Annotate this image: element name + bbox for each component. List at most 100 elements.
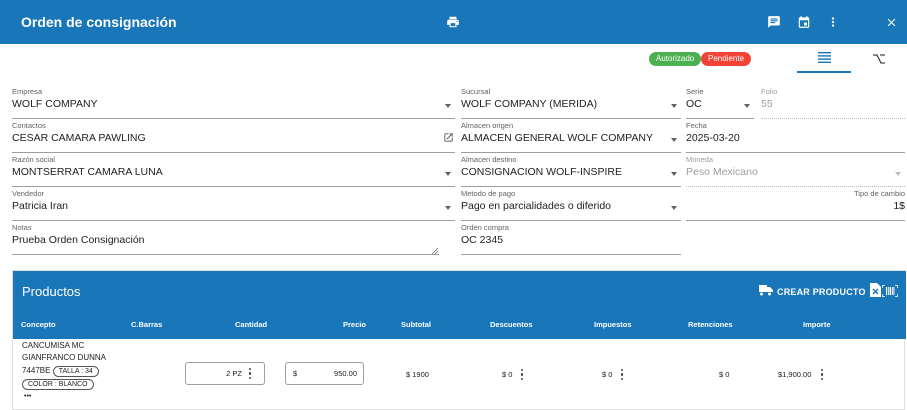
folio-field: Folio 55 (761, 87, 905, 119)
discounts-menu-icon[interactable] (521, 369, 524, 380)
orden-compra-label: Orden compra (461, 223, 509, 232)
empresa-label: Empresa (12, 87, 43, 96)
more-vert-icon[interactable] (823, 12, 843, 32)
price-value: 950.00 (334, 369, 357, 378)
dropdown-arrow-icon (895, 172, 901, 176)
notas-textarea[interactable]: Notas Prueba Orden Consignación (12, 223, 439, 255)
notas-value: Prueba Orden Consignación (12, 233, 439, 255)
taxes-menu-icon[interactable] (621, 369, 624, 380)
fecha-value: 2025-03-20 (686, 131, 905, 153)
tipo-cambio-field[interactable]: Tipo de cambio 1$ (686, 189, 905, 221)
orden-compra-value: OC 2345 (461, 233, 681, 255)
dropdown-arrow-icon (671, 138, 677, 142)
create-product-button[interactable]: CREAR PRODUCTO (759, 285, 866, 298)
printer-icon[interactable] (443, 12, 463, 32)
retentions-value: $ 0 (719, 370, 730, 379)
quantity-value: 2 PZ (226, 369, 242, 378)
close-icon[interactable] (881, 12, 901, 32)
dropdown-arrow-icon (671, 104, 677, 108)
products-title: Productos (22, 284, 81, 299)
empresa-select[interactable]: Empresa WOLF COMPANY (12, 87, 455, 119)
razon-social-value: MONTSERRAT CAMARA LUNA (12, 165, 455, 187)
serie-select[interactable]: Serie OC (686, 87, 754, 119)
metodo-pago-select[interactable]: Metodo de pago Pago en parcialidades o d… (461, 189, 681, 221)
taxes-value: $ 0 (602, 370, 613, 379)
fecha-label: Fecha (686, 121, 707, 130)
subtotal-value: $ 1900 (406, 370, 429, 379)
price-input[interactable]: $ 950.00 (285, 362, 364, 385)
option-key-icon (873, 51, 885, 69)
quantity-menu-icon[interactable] (249, 368, 252, 379)
almacen-destino-select[interactable]: Almacen destino CONSIGNACION WOLF-INSPIR… (461, 155, 681, 187)
table-row: CANCUMISA MC GIANFRANCO DUNNA 7447BE TAL… (13, 339, 906, 409)
products-header: Productos CREAR PRODUCTO Concepto C.Barr… (13, 271, 906, 339)
page-title: Orden de consignación (21, 14, 177, 30)
resize-handle-icon[interactable] (431, 241, 439, 259)
dropdown-arrow-icon (445, 104, 451, 108)
moneda-value: Peso Mexicano (686, 165, 905, 187)
create-product-label: CREAR PRODUCTO (777, 286, 866, 297)
razon-social-label: Razón social (12, 155, 55, 164)
discounts-value: $ 0 (502, 370, 513, 379)
almacen-origen-select[interactable]: Almacen origen ALMACEN GENERAL WOLF COMP… (461, 121, 681, 153)
products-panel: Productos CREAR PRODUCTO Concepto C.Barr… (12, 270, 906, 410)
dropdown-arrow-icon (671, 172, 677, 176)
color-chip: COLOR : BLANCO (22, 379, 94, 390)
razon-social-select[interactable]: Razón social MONTSERRAT CAMARA LUNA (12, 155, 455, 187)
concept-color-row: COLOR : BLANCO (22, 379, 94, 390)
column-header: Impuestos (594, 320, 632, 329)
metodo-pago-value: Pago en parcialidades o diferido (461, 199, 681, 221)
tipo-cambio-label: Tipo de cambio (854, 189, 905, 198)
almacen-destino-label: Almacen destino (461, 155, 517, 164)
product-code: 7447BE (22, 366, 51, 375)
pending-badge: Pendiente (701, 52, 752, 66)
moneda-label: Moneda (686, 155, 714, 164)
calendar-icon[interactable] (794, 12, 814, 32)
moneda-select: Moneda Peso Mexicano (686, 155, 905, 187)
list-view-icon (817, 50, 831, 68)
notas-label: Notas (12, 223, 32, 232)
orden-compra-field[interactable]: Orden compra OC 2345 (461, 223, 681, 255)
dropdown-arrow-icon (744, 104, 750, 108)
tipo-cambio-value: 1$ (686, 199, 905, 221)
comment-icon[interactable] (764, 12, 784, 32)
fecha-field[interactable]: Fecha 2025-03-20 (686, 121, 905, 153)
amount-value: $1,900.00 (778, 370, 812, 379)
contactos-label: Contactos (12, 121, 46, 130)
amount-menu-icon[interactable] (821, 369, 824, 380)
open-external-icon[interactable] (443, 130, 454, 148)
dropdown-arrow-icon (445, 172, 451, 176)
folio-label: Folio (761, 87, 778, 96)
concept-code-row: 7447BE TALLA : 34 (22, 366, 99, 377)
barcode-scan-icon[interactable] (881, 284, 899, 302)
serie-label: Serie (686, 87, 704, 96)
vendedor-label: Vendedor (12, 189, 45, 198)
concept-name-line2: GIANFRANCO DUNNA (22, 353, 107, 362)
contactos-field[interactable]: Contactos CESAR CAMARA PAWLING (12, 121, 455, 153)
quantity-stepper[interactable]: 2 PZ (185, 362, 265, 385)
column-header: Importe (803, 320, 831, 329)
column-header: Descuentos (490, 320, 533, 329)
metodo-pago-label: Metodo de pago (461, 189, 516, 198)
column-header: Retenciones (688, 320, 733, 329)
vendedor-value: Patricia Iran (12, 199, 455, 221)
sucursal-value: WOLF COMPANY (MERIDA) (461, 97, 681, 119)
vendedor-select[interactable]: Vendedor Patricia Iran (12, 189, 455, 221)
contactos-value: CESAR CAMARA PAWLING (12, 131, 455, 153)
tab-option-view[interactable] (852, 47, 906, 73)
sucursal-select[interactable]: Sucursal WOLF COMPANY (MERIDA) (461, 87, 681, 119)
authorized-badge: Autorizado (649, 52, 702, 66)
tab-list-view[interactable] (797, 47, 851, 73)
almacen-origen-label: Almacen origen (461, 121, 514, 130)
truck-icon (759, 285, 773, 298)
file-export-icon[interactable] (870, 283, 881, 302)
more-attributes-toggle[interactable]: ••• (24, 393, 31, 400)
column-header: Concepto (21, 320, 56, 329)
dropdown-arrow-icon (671, 206, 677, 210)
column-header: Subtotal (401, 320, 431, 329)
price-currency: $ (293, 369, 298, 378)
size-chip: TALLA : 34 (52, 366, 99, 377)
concept-name-line1: CANCUMISA MC (22, 341, 85, 350)
serie-value: OC (686, 97, 754, 119)
column-header: Cantidad (235, 320, 268, 329)
